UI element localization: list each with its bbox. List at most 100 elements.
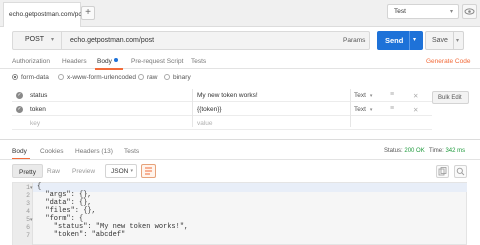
code-line: "args": {}, xyxy=(37,191,92,199)
column-divider xyxy=(192,89,193,127)
send-button[interactable]: Send ▾ xyxy=(377,31,423,50)
status-label: Status: xyxy=(384,148,403,154)
add-tab-button[interactable]: + xyxy=(81,6,95,20)
chevron-down-icon[interactable]: ▾ xyxy=(413,36,416,43)
code-line: "form": { xyxy=(37,215,84,223)
tab-body[interactable]: Body xyxy=(97,58,118,65)
close-icon[interactable]: ✕ xyxy=(413,92,418,100)
generate-code-link[interactable]: Generate Code xyxy=(426,58,470,65)
close-icon[interactable]: ✕ xyxy=(413,106,418,114)
radio-icon xyxy=(164,74,170,80)
line-number: 5 xyxy=(26,216,30,223)
radio-binary[interactable]: binary xyxy=(164,74,191,81)
divider xyxy=(453,32,454,49)
line-number: 2 xyxy=(26,192,30,199)
chevron-down-icon: ▾ xyxy=(130,168,133,174)
type-label: Text xyxy=(354,92,366,99)
url-input[interactable]: echo.getpostman.com/post xyxy=(70,37,154,44)
code-line: "files": {}, xyxy=(37,207,96,215)
value-input[interactable]: value xyxy=(197,120,213,127)
params-button[interactable]: Params xyxy=(343,37,365,44)
eye-icon[interactable] xyxy=(462,4,477,19)
search-icon[interactable] xyxy=(454,165,467,178)
radio-raw[interactable]: raw xyxy=(138,74,157,81)
method-label: POST xyxy=(25,36,45,43)
check-icon[interactable]: ✓ xyxy=(16,106,23,113)
divider xyxy=(409,31,410,50)
radio-icon xyxy=(58,74,64,80)
radio-selected-icon xyxy=(12,74,18,80)
save-button[interactable]: Save ▾ xyxy=(425,31,464,50)
tab-pre-request-script[interactable]: Pre-request Script xyxy=(131,58,183,65)
tab-tests[interactable]: Tests xyxy=(191,58,206,65)
tab-response-body[interactable]: Body xyxy=(12,148,27,155)
request-tab[interactable]: echo.getpostman.com/post xyxy=(3,2,87,27)
column-divider xyxy=(350,89,351,127)
form-value[interactable]: {{token}} xyxy=(197,106,222,113)
line-number: 4 xyxy=(26,208,30,215)
request-tab-label: echo.getpostman.com/post xyxy=(9,11,88,18)
code-line: "status": "My new token works!", xyxy=(37,223,189,231)
line-number: 7 xyxy=(26,232,30,239)
format-preview[interactable]: Preview xyxy=(66,164,101,178)
type-select[interactable]: Text ▾ xyxy=(354,106,372,113)
chevron-down-icon: ▾ xyxy=(369,107,373,113)
radio-label: form-data xyxy=(21,74,49,81)
form-key[interactable]: token xyxy=(30,106,46,113)
time-label: Time: xyxy=(429,148,444,154)
environment-select[interactable]: Test ▾ xyxy=(387,4,459,19)
chevron-down-icon: ▾ xyxy=(449,9,453,15)
tab-authorization[interactable]: Authorization xyxy=(12,58,50,65)
drag-handle-icon[interactable]: ≡ xyxy=(390,91,394,98)
status-value: 200 OK xyxy=(404,148,425,154)
send-label: Send xyxy=(385,36,404,45)
drag-handle-icon[interactable]: ≡ xyxy=(390,105,394,112)
type-select[interactable]: Text ▾ xyxy=(354,92,372,99)
tab-headers[interactable]: Headers xyxy=(62,58,87,65)
key-input[interactable]: key xyxy=(30,120,40,127)
fold-arrow-icon[interactable]: ▾ xyxy=(30,185,33,191)
form-value[interactable]: My new token works! xyxy=(197,92,258,99)
bulk-edit-button[interactable]: Bulk Edit xyxy=(432,91,469,104)
method-select[interactable]: POST ▾ xyxy=(12,31,62,50)
copy-icon[interactable] xyxy=(436,165,449,178)
tab-response-tests[interactable]: Tests xyxy=(124,148,139,155)
line-number: 6 xyxy=(26,224,30,231)
radio-form-data[interactable]: form-data xyxy=(12,74,49,81)
time-info: Time: 342 ms xyxy=(429,148,465,154)
check-icon[interactable]: ✓ xyxy=(16,92,23,99)
active-line-highlight xyxy=(33,183,467,192)
chevron-down-icon: ▾ xyxy=(50,37,54,43)
radio-label: x-www-form-urlencoded xyxy=(67,74,136,81)
format-raw[interactable]: Raw xyxy=(41,164,66,178)
tab-response-headers[interactable]: Headers (13) xyxy=(75,148,113,155)
save-label: Save xyxy=(432,37,448,44)
line-number: 1 xyxy=(26,184,30,191)
language-label: JSON xyxy=(111,168,129,175)
chevron-down-icon[interactable]: ▾ xyxy=(456,37,459,44)
form-row-new xyxy=(12,117,432,130)
form-key[interactable]: status xyxy=(30,92,47,99)
fold-arrow-icon[interactable]: ▾ xyxy=(30,217,33,223)
radio-label: binary xyxy=(173,74,191,81)
wrap-lines-icon[interactable] xyxy=(141,164,156,178)
radio-icon xyxy=(138,74,144,80)
format-pretty[interactable]: Pretty xyxy=(12,164,43,178)
status-info: Status: 200 OK xyxy=(384,148,425,154)
pane-divider[interactable] xyxy=(0,139,480,140)
code-line: "data": {}, xyxy=(37,199,92,207)
tab-cookies[interactable]: Cookies xyxy=(40,148,63,155)
environment-label: Test xyxy=(394,8,406,15)
indicator-dot-icon xyxy=(113,58,118,62)
response-tabs-border xyxy=(0,159,480,160)
tab-body-label: Body xyxy=(97,58,112,65)
type-label: Text xyxy=(354,106,366,113)
url-bar xyxy=(12,31,370,50)
code-line: { xyxy=(37,183,42,191)
active-tab-underline xyxy=(95,68,123,70)
time-value: 342 ms xyxy=(445,148,466,154)
radio-urlencoded[interactable]: x-www-form-urlencoded xyxy=(58,74,136,81)
radio-label: raw xyxy=(147,74,158,81)
line-number: 3 xyxy=(26,200,30,207)
language-select[interactable]: JSON ▾ xyxy=(105,164,137,178)
